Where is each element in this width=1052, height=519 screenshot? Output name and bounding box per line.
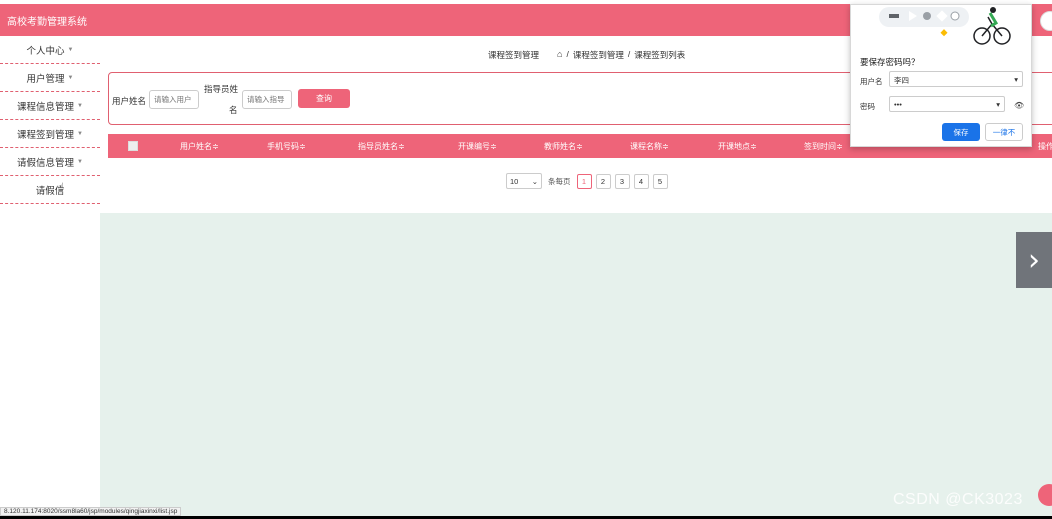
sidebar-item-label: 课程信息管理 (17, 101, 75, 113)
column-header[interactable]: 课程名称≑ (630, 141, 669, 152)
per-page-label: 条每页 (548, 176, 571, 186)
sidebar-item-course-info[interactable]: 课程信息管理 ▼ (0, 92, 100, 120)
advisor-name-input[interactable] (242, 90, 292, 109)
page-button[interactable]: 2 (595, 173, 611, 189)
sidebar-item-label: 用户管理 (26, 73, 65, 85)
caret-down-icon: ▼ (67, 46, 74, 53)
never-save-button[interactable]: 一律不 (985, 123, 1023, 141)
save-password-button[interactable]: 保存 (942, 123, 980, 141)
page-button[interactable]: 3 (614, 173, 630, 189)
home-icon[interactable]: ⌂ (557, 49, 562, 61)
breadcrumb-sep: / (566, 49, 569, 59)
browser-viewport: 高校考勤管理系统 个人中心 ▼ 用户管理 ▼ 课程信息管理 ▼ 课程签到管理 ▼ 请假信… (0, 0, 1052, 516)
caret-down-icon: ▼ (67, 74, 74, 81)
page-button[interactable]: 4 (633, 173, 649, 189)
user-name-input[interactable] (149, 90, 199, 109)
sidebar: 个人中心 ▼ 用户管理 ▼ 课程信息管理 ▼ 课程签到管理 ▼ 请假信息管理 ▼ 请假信 … (0, 36, 100, 516)
advisor-name-label: 指导员姓 (204, 84, 239, 94)
sidebar-item-leave-management[interactable]: 请假信息管理 ▼ (0, 148, 100, 176)
select-all-checkbox[interactable] (128, 141, 138, 151)
breadcrumb-sep: / (627, 49, 631, 59)
page-button[interactable]: 1 (576, 173, 592, 189)
content-background (100, 213, 1052, 516)
breadcrumb-current: 课程签到列表 (634, 50, 686, 60)
breadcrumb-section: 课程签到管理 (488, 50, 540, 60)
caret-down-icon: ▼ (77, 102, 83, 109)
page-button[interactable]: 5 (652, 173, 668, 189)
column-header[interactable]: 指导员姓名≑ (358, 141, 405, 152)
caret-down-icon: ▼ (77, 158, 83, 165)
sidebar-item-personal-center[interactable]: 个人中心 ▼ (0, 36, 100, 64)
password-value: ••• (894, 100, 902, 109)
password-field[interactable]: ••• ▾ (889, 96, 1005, 112)
sidebar-item-label: 课程签到管理 (17, 129, 75, 141)
eye-icon[interactable]: 👁 (1014, 101, 1024, 110)
username-select[interactable]: 李四 ▾ (889, 71, 1023, 87)
breadcrumb-link[interactable]: 课程签到管理 (573, 49, 624, 61)
avatar[interactable] (1040, 11, 1052, 31)
sidebar-item-course-checkin[interactable]: 课程签到管理 ▼ (0, 120, 100, 148)
query-button[interactable]: 查询 (298, 89, 350, 108)
sidebar-item-user-management[interactable]: 用户管理 ▼ (0, 64, 100, 92)
hand-cursor-icon: ☝ (58, 182, 65, 193)
column-header[interactable]: 开课地点≑ (718, 141, 757, 152)
pagination: 10 ⌄ 条每页 1 2 3 4 5 (506, 173, 668, 189)
watermark: CSDN @CK3023 (893, 491, 1023, 508)
status-bar-url: 8.120.11.174:8020/ssm8la60/jsp/modules/q… (0, 507, 182, 516)
column-header[interactable]: 手机号码≑ (267, 141, 306, 152)
column-header[interactable]: 教师姓名≑ (544, 141, 583, 152)
breadcrumb: 课程签到管理 ⌂ / 课程签到管理 / 课程签到列表 (488, 49, 685, 61)
app-title: 高校考勤管理系统 (7, 17, 87, 28)
caret-down-icon: ▾ (996, 100, 1000, 109)
user-name-label: 用户姓名 (112, 96, 147, 106)
page-size-value: 10 (510, 177, 519, 186)
caret-down-icon: ▼ (77, 130, 83, 137)
column-header: 操作 (1038, 142, 1052, 151)
save-password-dialog: 要保存密码吗？ 用户名 李四 ▾ 密码 ••• ▾ 👁 保存 一律不 (850, 4, 1032, 147)
username-value: 李四 (894, 76, 909, 85)
sidebar-subitem-leave-info[interactable]: 请假信 ☝ (0, 176, 100, 204)
username-label: 用户名 (860, 77, 883, 86)
advisor-name-label-wrap: 名 (229, 105, 238, 115)
column-header[interactable]: 签到时间≑ (804, 141, 843, 152)
column-header[interactable]: 开课编号≑ (458, 141, 497, 152)
caret-down-icon: ▾ (1014, 75, 1018, 84)
page-size-select[interactable]: 10 ⌄ (506, 173, 542, 189)
dialog-title: 要保存密码吗？ (860, 57, 920, 67)
chevron-right-icon[interactable]: › (1016, 232, 1052, 288)
sidebar-item-label: 个人中心 (26, 45, 65, 57)
password-illustration (879, 7, 1011, 45)
password-label: 密码 (860, 102, 875, 111)
chevron-down-icon: ⌄ (531, 177, 538, 186)
column-header[interactable]: 用户姓名≑ (180, 141, 219, 152)
sidebar-item-label: 请假信息管理 (17, 157, 75, 169)
